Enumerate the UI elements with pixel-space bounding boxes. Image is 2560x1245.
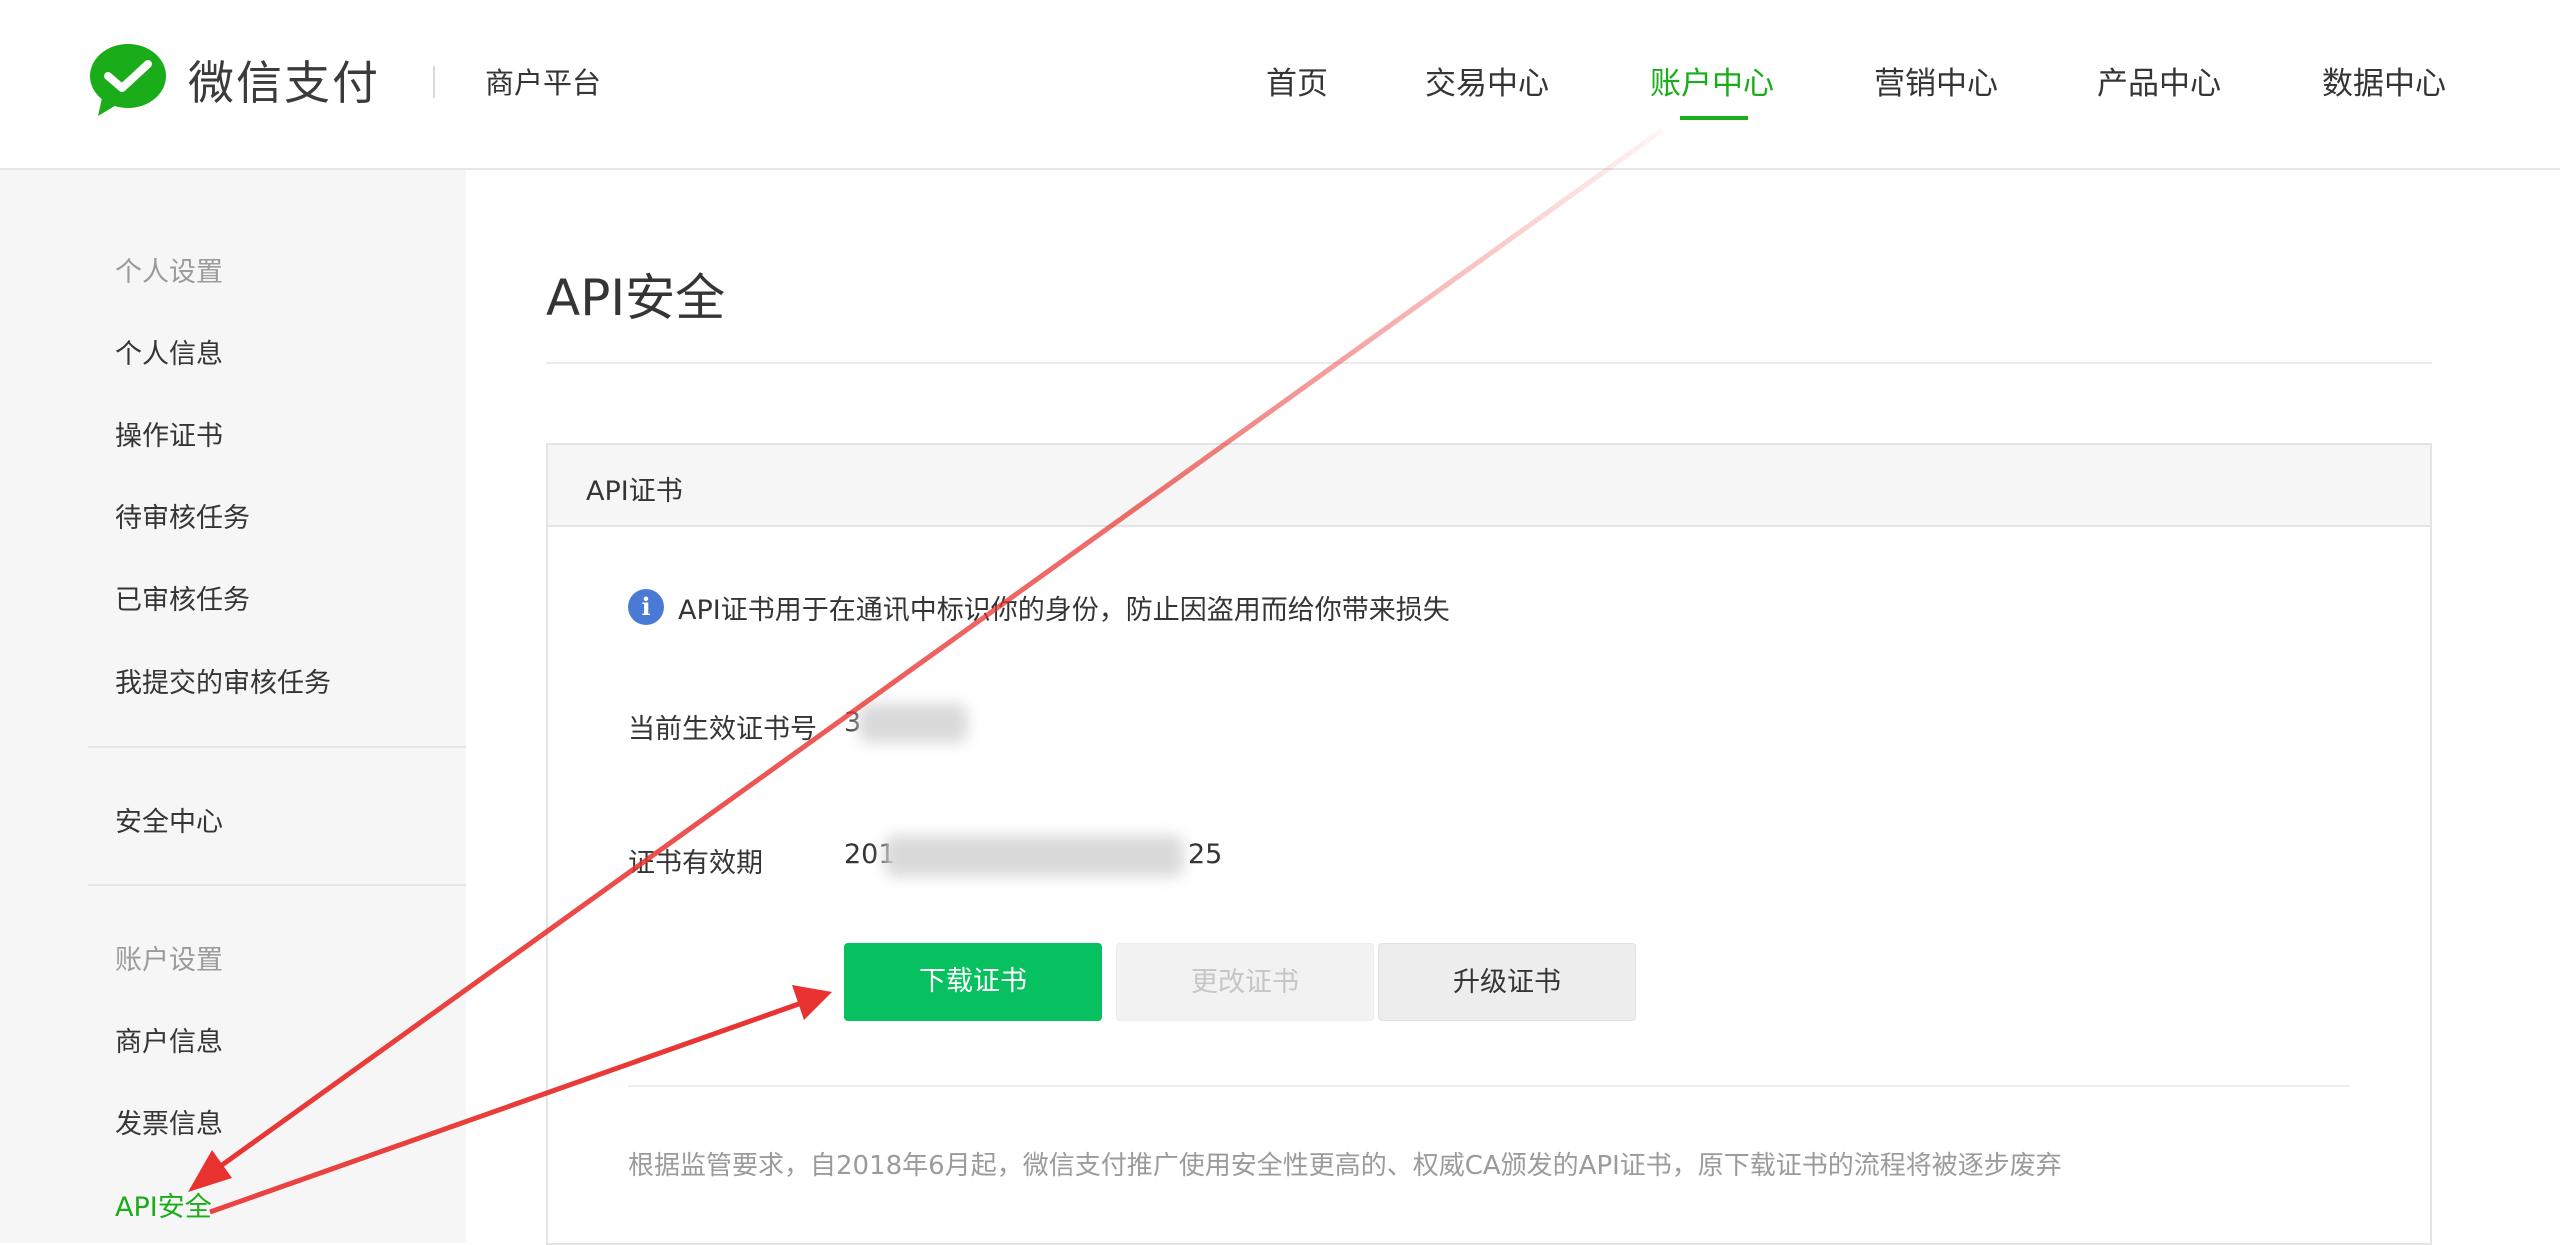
panel-title: API证书	[586, 476, 683, 507]
sidebar-item-security-center[interactable]: 安全中心	[115, 800, 223, 839]
sidebar-group-personal-settings: 个人设置	[115, 257, 223, 288]
sidebar-divider	[88, 884, 466, 886]
upgrade-certificate-button[interactable]: 升级证书	[1378, 943, 1636, 1021]
nav-item-account-center[interactable]: 账户中心	[1650, 58, 1774, 103]
validity-redaction	[884, 835, 1184, 877]
panel-header: API证书	[548, 445, 2430, 527]
validity-value-suffix: 25	[1188, 839, 1223, 870]
nav-item-marketing[interactable]: 营销中心	[1874, 58, 1998, 103]
title-divider	[546, 362, 2432, 364]
brand[interactable]: 微信支付	[88, 40, 380, 120]
sidebar-item-personal-info[interactable]: 个人信息	[115, 332, 223, 371]
sidebar-item-operation-certificate[interactable]: 操作证书	[115, 414, 223, 453]
nav-item-home[interactable]: 首页	[1266, 58, 1328, 103]
cert-number-label: 当前生效证书号	[628, 714, 817, 745]
deprecation-notice: 根据监管要求，自2018年6月起，微信支付推广使用安全性更高的、权威CA颁发的A…	[628, 1151, 2062, 1181]
info-text: API证书用于在通讯中标识你的身份，防止因盗用而给你带来损失	[678, 594, 1450, 626]
panel-divider	[628, 1085, 2350, 1087]
sidebar-item-reviewed-tasks[interactable]: 已审核任务	[115, 578, 250, 617]
info-notice: i API证书用于在通讯中标识你的身份，防止因盗用而给你带来损失	[628, 587, 1450, 627]
wechat-pay-logo-icon	[90, 44, 166, 116]
sidebar-item-my-submitted-reviews[interactable]: 我提交的审核任务	[115, 661, 331, 700]
nav-item-products[interactable]: 产品中心	[2097, 58, 2221, 103]
cert-number-redaction	[858, 703, 968, 743]
nav-item-data[interactable]: 数据中心	[2322, 58, 2446, 103]
brand-name: 微信支付	[188, 56, 380, 110]
sidebar-item-invoice-info[interactable]: 发票信息	[115, 1102, 223, 1141]
api-certificate-panel: API证书 i API证书用于在通讯中标识你的身份，防止因盗用而给你带来损失 当…	[546, 443, 2432, 1245]
sidebar-item-merchant-info[interactable]: 商户信息	[115, 1020, 223, 1059]
brand-divider	[433, 66, 435, 98]
sidebar-item-api-security[interactable]: API安全	[115, 1185, 212, 1224]
platform-name: 商户平台	[485, 66, 602, 100]
active-nav-indicator	[1680, 116, 1748, 120]
change-certificate-button[interactable]: 更改证书	[1116, 943, 1374, 1021]
sidebar: 个人设置 个人信息 操作证书 待审核任务 已审核任务 我提交的审核任务 安全中心…	[0, 170, 466, 1243]
download-certificate-button[interactable]: 下载证书	[844, 943, 1102, 1021]
sidebar-item-pending-review[interactable]: 待审核任务	[115, 496, 250, 535]
nav-item-transactions[interactable]: 交易中心	[1425, 58, 1549, 103]
sidebar-divider	[88, 746, 466, 748]
sidebar-group-account-settings: 账户设置	[115, 945, 223, 976]
page-title: API安全	[546, 269, 726, 327]
validity-label: 证书有效期	[628, 848, 763, 879]
top-navigation-bar: 微信支付 商户平台 首页 交易中心 账户中心 营销中心 产品中心 数据中心	[0, 0, 2560, 170]
info-icon: i	[628, 589, 664, 625]
